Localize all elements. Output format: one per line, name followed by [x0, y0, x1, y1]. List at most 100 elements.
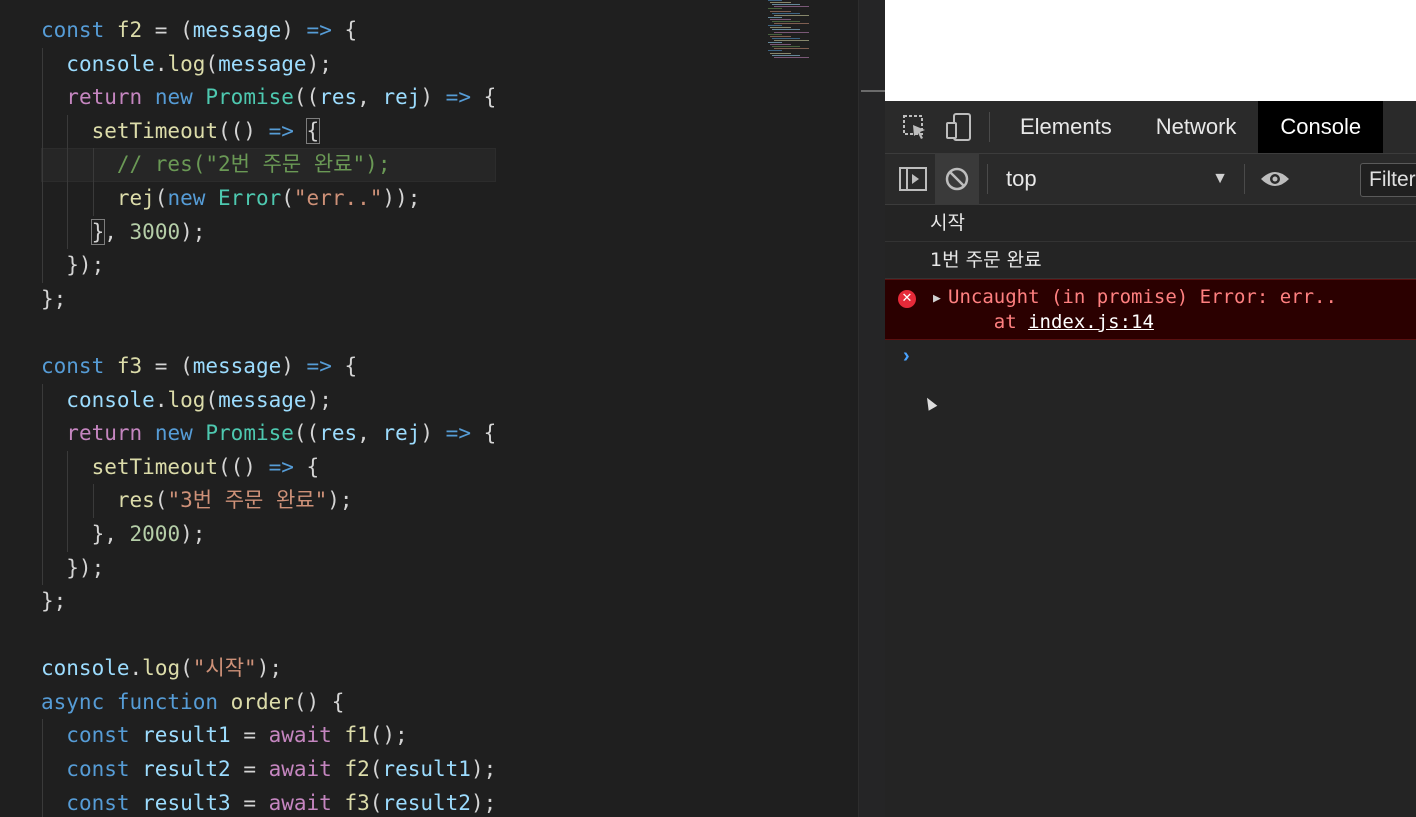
- code-line[interactable]: res("3번 주문 완료");: [41, 484, 496, 518]
- scrollbar-thumb[interactable]: [861, 90, 885, 92]
- indent-guide: [67, 517, 69, 552]
- code-token: res: [319, 85, 358, 110]
- minimap-line: [768, 25, 782, 27]
- code-token: };: [41, 286, 67, 311]
- divider: [1244, 164, 1245, 194]
- code-token: ): [420, 85, 446, 110]
- code-line[interactable]: rej(new Error("err.."));: [41, 181, 496, 216]
- code-line[interactable]: const result1 = await f1();: [41, 719, 496, 754]
- code-token: new: [154, 85, 206, 110]
- context-label: top: [1006, 166, 1037, 191]
- clear-console-icon[interactable]: [935, 153, 979, 205]
- code-line[interactable]: return new Promise((res, rej) => {: [41, 81, 496, 115]
- code-line[interactable]: [41, 316, 496, 350]
- code-line[interactable]: });: [41, 551, 496, 586]
- code-line[interactable]: };: [41, 283, 496, 317]
- console-log-message: 1번 주문 완료: [885, 242, 1416, 279]
- minimap-line: [774, 48, 809, 50]
- editor-scrollbar[interactable]: [858, 0, 886, 817]
- code-token: message: [218, 51, 307, 76]
- code-line[interactable]: const f2 = (message) => {: [41, 14, 496, 48]
- code-line[interactable]: const f3 = (message) => {: [41, 350, 496, 384]
- code-line[interactable]: };: [41, 585, 496, 619]
- indent-guide: [42, 215, 43, 250]
- code-line[interactable]: setTimeout(() => {: [41, 114, 496, 149]
- code-line[interactable]: return new Promise((res, rej) => {: [41, 417, 496, 451]
- console-prompt-icon[interactable]: ›: [903, 345, 910, 368]
- tab-elements[interactable]: Elements: [998, 101, 1134, 153]
- code-token: rej: [116, 185, 155, 210]
- code-lines[interactable]: const f2 = (message) => { console.log(me…: [41, 14, 497, 817]
- source-link[interactable]: index.js:14: [1028, 311, 1154, 333]
- code-token: };: [41, 589, 67, 614]
- code-token: {: [470, 85, 497, 110]
- code-line[interactable]: const result2 = await f2(result1);: [41, 753, 496, 787]
- minimap-line: [768, 16, 782, 18]
- error-icon: ✕: [898, 290, 916, 308]
- code-token: (: [369, 790, 383, 815]
- minimap-line: [772, 46, 800, 48]
- code-line[interactable]: });: [41, 249, 496, 283]
- indent-guide: [67, 114, 69, 149]
- code-editor[interactable]: const f2 = (message) => { console.log(me…: [0, 0, 858, 817]
- mouse-cursor-icon: [922, 395, 938, 411]
- minimap-line: [774, 23, 809, 25]
- console-output[interactable]: 시작 1번 주문 완료 ✕ ▶ Uncaught (in promise) Er…: [885, 205, 1416, 411]
- code-line[interactable]: const result3 = await f3(result2);: [41, 786, 497, 817]
- tab-network[interactable]: Network: [1134, 101, 1259, 153]
- code-token: {: [305, 117, 321, 144]
- code-line[interactable]: console.log("시작");: [41, 652, 496, 686]
- code-token: },: [41, 521, 130, 546]
- code-token: result1: [382, 757, 471, 782]
- code-token: result2: [142, 757, 231, 782]
- code-token: ,: [104, 219, 130, 244]
- code-token: });: [41, 555, 105, 580]
- code-line[interactable]: }, 3000);: [41, 215, 496, 250]
- code-token: =>: [445, 85, 471, 110]
- code-line[interactable]: async function order() {: [41, 686, 496, 720]
- dropdown-arrow-icon: ▼: [1212, 170, 1228, 187]
- code-token: =>: [268, 454, 294, 479]
- live-expression-eye-icon[interactable]: [1253, 153, 1297, 205]
- indent-guide: [42, 517, 43, 552]
- code-token: return: [66, 85, 155, 110]
- code-token: =>: [306, 18, 332, 42]
- code-token: async: [41, 689, 117, 714]
- code-token: ((): [218, 118, 269, 143]
- code-token: log: [167, 387, 206, 412]
- context-selector[interactable]: top ▼: [1006, 166, 1236, 192]
- code-token: ): [420, 421, 446, 446]
- minimap-line: [774, 56, 809, 58]
- code-token: =>: [268, 118, 294, 143]
- minimap-line: [770, 52, 791, 54]
- code-token: f1: [344, 723, 370, 748]
- sidebar-toggle-icon[interactable]: [891, 153, 935, 205]
- code-line[interactable]: }, 2000);: [41, 517, 496, 552]
- code-line[interactable]: // res("2번 주문 완료");: [41, 148, 497, 182]
- code-line[interactable]: console.log(message);: [41, 47, 496, 82]
- code-token: Error: [218, 185, 282, 210]
- code-line[interactable]: [41, 619, 496, 653]
- minimap-line: [774, 31, 809, 33]
- console-error-message[interactable]: ✕ ▶ Uncaught (in promise) Error: err.. a…: [885, 279, 1416, 340]
- tab-console[interactable]: Console: [1258, 101, 1384, 153]
- expand-triangle-icon[interactable]: ▶: [933, 291, 941, 306]
- indent-guide: [67, 181, 69, 216]
- code-token: result2: [382, 790, 471, 815]
- code-token: );: [470, 790, 497, 815]
- code-line[interactable]: setTimeout(() => {: [41, 450, 496, 485]
- code-token: );: [470, 757, 497, 782]
- minimap-line: [770, 44, 791, 46]
- inspect-element-icon[interactable]: [893, 101, 937, 153]
- code-token: .: [129, 656, 143, 681]
- indent-guide: [67, 450, 69, 485]
- code-line[interactable]: console.log(message);: [41, 383, 496, 418]
- code-token: =>: [445, 421, 471, 446]
- device-toolbar-icon[interactable]: [937, 101, 981, 153]
- page-viewport[interactable]: [885, 0, 1416, 101]
- code-token: 2000: [129, 521, 181, 546]
- minimap[interactable]: [768, 0, 826, 62]
- indent-guide: [42, 47, 43, 82]
- filter-input[interactable]: Filter: [1360, 163, 1416, 197]
